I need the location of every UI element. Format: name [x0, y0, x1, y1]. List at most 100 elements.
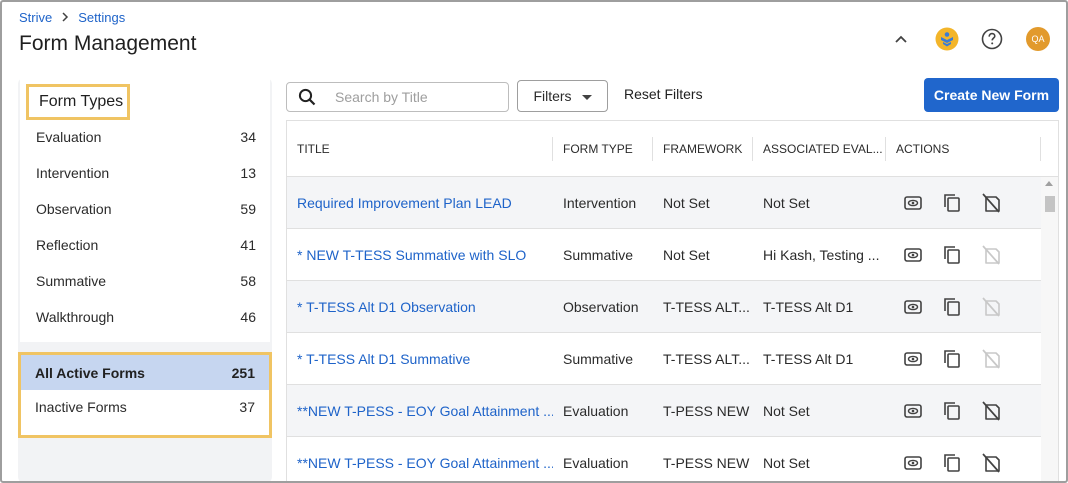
column-header-associated-evaluation[interactable]: ASSOCIATED EVAL... — [753, 137, 886, 161]
status-label: All Active Forms — [35, 364, 145, 381]
form-types-card: Form Types Evaluation 34 Intervention 13… — [20, 78, 270, 342]
column-header-actions: ACTIONS — [886, 137, 1041, 161]
actions-cell — [886, 281, 1026, 333]
form-title-link[interactable]: * NEW T-TESS Summative with SLO — [287, 229, 553, 281]
form-status-filter: All Active Forms 251 Inactive Forms 37 — [18, 352, 272, 438]
search-input[interactable] — [335, 89, 505, 105]
framework-cell: Not Set — [663, 195, 710, 211]
framework-cell: T-TESS ALT... — [663, 351, 750, 367]
form-type-label: Observation — [36, 201, 112, 217]
page-title: Form Management — [19, 32, 197, 55]
associated-evaluation-cell: Not Set — [763, 403, 810, 419]
breadcrumb: Strive Settings — [19, 10, 125, 25]
table-row: **NEW T-PESS - EOY Goal Attainment ... Ev… — [287, 437, 1041, 481]
scrollbar-thumb[interactable] — [1045, 196, 1055, 212]
column-header-framework[interactable]: FRAMEWORK — [653, 137, 753, 161]
actions-cell — [886, 177, 1026, 229]
caret-down-icon — [581, 88, 592, 104]
status-count: 37 — [239, 399, 255, 415]
preview-icon[interactable] — [901, 399, 925, 423]
table-row: Required Improvement Plan LEAD Interventi… — [287, 177, 1041, 229]
status-label: Inactive Forms — [35, 399, 127, 415]
all-active-forms-item[interactable]: All Active Forms 251 — [21, 355, 269, 390]
actions-cell — [886, 229, 1026, 281]
column-header-form-type[interactable]: FORM TYPE — [553, 137, 653, 161]
copy-icon[interactable] — [940, 243, 964, 267]
form-title-link[interactable]: * T-TESS Alt D1 Observation — [287, 281, 553, 333]
filters-button[interactable]: Filters — [517, 80, 608, 112]
create-new-form-button[interactable]: Create New Form — [924, 78, 1059, 112]
form-type-label: Evaluation — [36, 129, 102, 145]
form-type-summative[interactable]: Summative 58 — [36, 263, 256, 299]
form-types-heading: Form Types — [26, 84, 130, 120]
chevron-right-icon — [61, 11, 69, 25]
avatar-initials: QA — [1026, 27, 1050, 51]
scroll-up-arrow-icon[interactable] — [1045, 181, 1053, 186]
reset-filters-link[interactable]: Reset Filters — [624, 86, 703, 102]
form-title-link[interactable]: **NEW T-PESS - EOY Goal Attainment ... — [287, 437, 553, 481]
deactivate-icon — [979, 243, 1003, 267]
forms-table: TITLE FORM TYPE FRAMEWORK ASSOCIATED EVA… — [286, 120, 1059, 481]
app-logo-icon[interactable] — [934, 26, 960, 52]
form-type-cell: Observation — [563, 299, 639, 315]
preview-icon[interactable] — [901, 191, 925, 215]
header-actions: QA — [866, 26, 1066, 54]
breadcrumb-root-link[interactable]: Strive — [19, 10, 52, 25]
search-box — [286, 82, 509, 112]
copy-icon[interactable] — [940, 295, 964, 319]
associated-evaluation-cell: T-TESS Alt D1 — [763, 299, 854, 315]
column-header-title[interactable]: TITLE — [287, 137, 553, 161]
copy-icon[interactable] — [940, 347, 964, 371]
form-type-label: Walkthrough — [36, 309, 115, 325]
copy-icon[interactable] — [940, 191, 964, 215]
form-type-count: 58 — [240, 273, 256, 289]
form-types-panel: Form Types Evaluation 34 Intervention 13… — [18, 78, 272, 481]
form-title-link[interactable]: **NEW T-PESS - EOY Goal Attainment ... — [287, 385, 553, 437]
deactivate-icon[interactable] — [979, 191, 1003, 215]
breadcrumb-current-link[interactable]: Settings — [78, 10, 125, 25]
associated-evaluation-cell: T-TESS Alt D1 — [763, 351, 854, 367]
form-type-label: Reflection — [36, 237, 99, 253]
table-row: * T-TESS Alt D1 Observation Observation T-… — [287, 281, 1041, 333]
user-avatar[interactable]: QA — [1025, 26, 1051, 52]
help-icon[interactable] — [979, 26, 1005, 52]
form-type-cell: Summative — [563, 351, 634, 367]
table-header: TITLE FORM TYPE FRAMEWORK ASSOCIATED EVA… — [287, 121, 1058, 177]
form-type-reflection[interactable]: Reflection 41 — [36, 227, 256, 263]
filters-label: Filters — [533, 88, 572, 104]
form-title-link[interactable]: * T-TESS Alt D1 Summative — [287, 333, 553, 385]
form-type-count: 46 — [240, 309, 256, 325]
form-type-cell: Intervention — [563, 195, 637, 211]
actions-cell — [886, 385, 1026, 437]
form-type-label: Intervention — [36, 165, 110, 181]
form-type-count: 34 — [240, 129, 256, 145]
form-type-cell: Summative — [563, 247, 634, 263]
chevron-up-icon[interactable] — [888, 26, 914, 52]
table-scrollbar[interactable] — [1041, 177, 1058, 481]
deactivate-icon — [979, 347, 1003, 371]
form-type-label: Summative — [36, 273, 107, 289]
status-count: 251 — [231, 364, 255, 381]
form-type-cell: Evaluation — [563, 455, 629, 471]
form-type-observation[interactable]: Observation 59 — [36, 191, 256, 227]
preview-icon[interactable] — [901, 295, 925, 319]
inactive-forms-item[interactable]: Inactive Forms 37 — [21, 390, 269, 424]
form-type-intervention[interactable]: Intervention 13 — [36, 155, 256, 191]
copy-icon[interactable] — [940, 451, 964, 475]
preview-icon[interactable] — [901, 451, 925, 475]
form-type-count: 59 — [240, 201, 256, 217]
deactivate-icon[interactable] — [979, 399, 1003, 423]
table-row: * T-TESS Alt D1 Summative Summative T-TESS… — [287, 333, 1041, 385]
preview-icon[interactable] — [901, 243, 925, 267]
form-type-walkthrough[interactable]: Walkthrough 46 — [36, 299, 256, 335]
deactivate-icon[interactable] — [979, 451, 1003, 475]
form-title-link[interactable]: Required Improvement Plan LEAD — [287, 177, 553, 229]
table-row: **NEW T-PESS - EOY Goal Attainment ... Ev… — [287, 385, 1041, 437]
form-type-evaluation[interactable]: Evaluation 34 — [36, 119, 256, 155]
copy-icon[interactable] — [940, 399, 964, 423]
preview-icon[interactable] — [901, 347, 925, 371]
form-type-count: 41 — [240, 237, 256, 253]
actions-cell — [886, 437, 1026, 481]
framework-cell: T-TESS ALT... — [663, 299, 750, 315]
framework-cell: Not Set — [663, 247, 710, 263]
